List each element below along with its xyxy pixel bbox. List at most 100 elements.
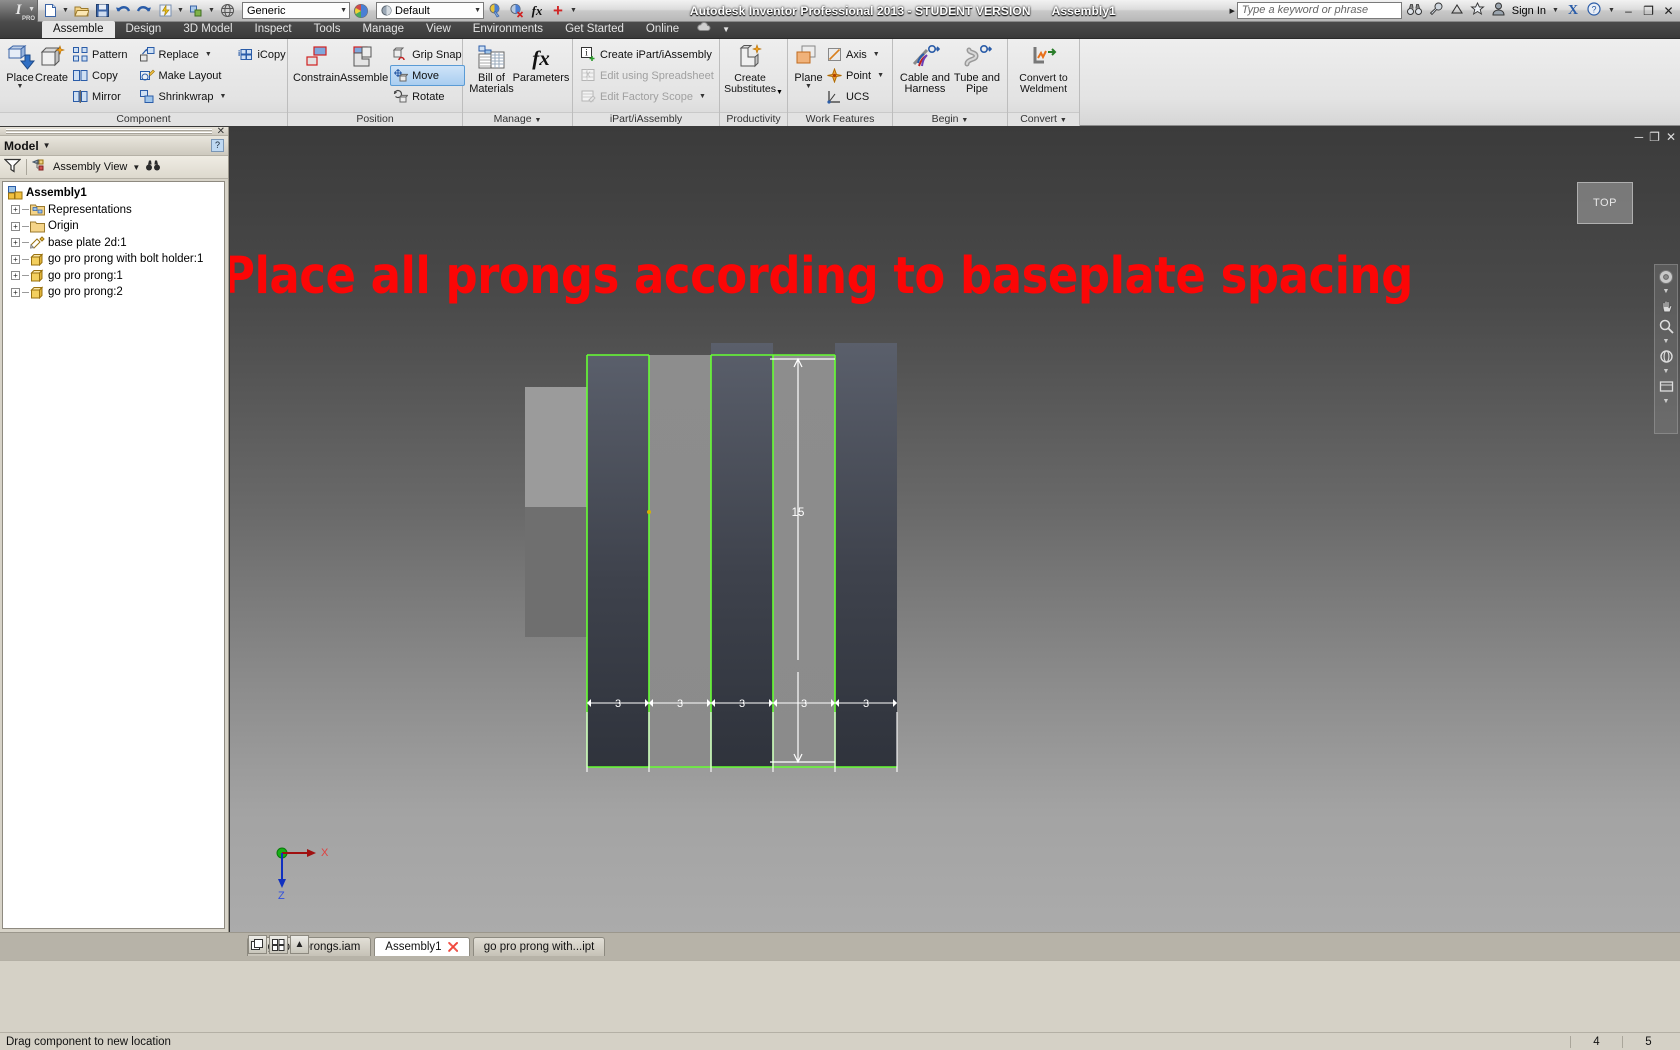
help-wrench-icon[interactable]	[1428, 2, 1444, 19]
tab-scroll-up-button[interactable]: ▲	[290, 935, 309, 954]
update-dropdown-icon[interactable]: ▼	[176, 1, 185, 21]
point-dropdown-arrow-icon[interactable]: ▼	[877, 72, 884, 79]
search-input[interactable]: Type a keyword or phrase	[1236, 2, 1402, 19]
browser-title-dropdown-icon[interactable]: ▼	[43, 141, 51, 150]
bill-of-materials-button[interactable]: Bill of Materials	[468, 41, 515, 95]
plane-button[interactable]: Plane ▼	[793, 41, 824, 90]
sign-in-link[interactable]: Sign In	[1512, 5, 1546, 17]
create-substitutes-button[interactable]: Create Substitutes	[724, 41, 776, 95]
expand-go-pro-prong-2-icon[interactable]: +	[11, 287, 20, 297]
ucs-button[interactable]: UCS	[824, 86, 887, 107]
material-sphere-icon[interactable]	[351, 1, 371, 21]
assembly-view-dropdown-icon[interactable]: ▼	[132, 163, 140, 172]
redo-icon[interactable]	[134, 1, 154, 21]
tree-node-representations[interactable]: + Representations	[5, 202, 224, 219]
tab-manage[interactable]: Manage	[351, 21, 415, 38]
select-dropdown-icon[interactable]: ▼	[207, 1, 216, 21]
create-component-button[interactable]: Create	[35, 41, 68, 84]
search-binoculars-icon[interactable]	[1407, 3, 1423, 19]
shrinkwrap-button[interactable]: Shrinkwrap ▼	[137, 86, 230, 107]
doc-minimize-button[interactable]: ─	[1635, 130, 1644, 144]
tree-node-go-pro-prong-2[interactable]: + go pro prong:2	[5, 284, 224, 301]
constrain-button[interactable]: Constrain	[293, 41, 340, 84]
close-button[interactable]: ✕	[1661, 4, 1676, 18]
parameters-button[interactable]: fx Parameters	[513, 41, 570, 84]
parameters-fx-icon[interactable]: fx	[527, 1, 547, 21]
filter-icon[interactable]	[3, 158, 22, 176]
tree-node-go-pro-prong-1[interactable]: + go pro prong:1	[5, 268, 224, 285]
mirror-button[interactable]: Mirror	[70, 86, 130, 107]
new-dropdown-icon[interactable]: ▼	[61, 1, 70, 21]
tile-windows-button[interactable]	[269, 935, 288, 954]
ribbon-cloud-icon[interactable]	[690, 21, 718, 38]
help-question-icon[interactable]: ?	[1586, 2, 1602, 19]
place-component-button[interactable]: Place ▼	[5, 41, 36, 90]
help-dropdown-icon[interactable]: ▼	[1607, 1, 1616, 21]
expand-origin-icon[interactable]: +	[11, 221, 20, 231]
appearance-combo[interactable]: Default ▼	[376, 2, 484, 19]
expand-base-plate-icon[interactable]: +	[11, 238, 20, 248]
sign-in-dropdown-icon[interactable]: ▼	[1551, 1, 1560, 21]
assembly-view-selector[interactable]: Assembly View	[53, 161, 127, 173]
tree-node-assembly1[interactable]: Assembly1	[5, 185, 224, 202]
doc-restore-button[interactable]: ❐	[1649, 130, 1660, 144]
doc-tab-go-pro-prong-with-ipt[interactable]: go pro prong with...ipt	[472, 937, 606, 956]
tab-tools[interactable]: Tools	[303, 21, 352, 38]
grip-snap-button[interactable]: Grip Snap	[390, 44, 465, 65]
expand-prong-bolt-holder-icon[interactable]: +	[11, 254, 20, 264]
undo-icon[interactable]	[113, 1, 133, 21]
assemble-button[interactable]: Assemble	[340, 41, 388, 84]
convert-to-weldment-button[interactable]: Convert to Weldment	[1013, 41, 1074, 95]
3d-viewport[interactable]: Place all prongs according to baseplate …	[230, 127, 1680, 932]
qat-overflow-icon[interactable]: ▼	[569, 1, 578, 21]
globe-icon[interactable]	[217, 1, 237, 21]
begin-panel-dropdown-icon[interactable]: ▼	[961, 117, 968, 124]
add-plus-icon[interactable]: +	[548, 1, 568, 21]
axis-button[interactable]: Axis ▼	[824, 44, 887, 65]
exchange-apps-icon[interactable]: X	[1565, 3, 1581, 19]
find-binoculars-icon[interactable]	[145, 159, 161, 175]
replace-button[interactable]: Replace ▼	[137, 44, 230, 65]
axis-dropdown-arrow-icon[interactable]: ▼	[873, 51, 880, 58]
create-substitutes-dropdown-icon[interactable]: ▼	[776, 89, 783, 96]
manage-panel-dropdown-icon[interactable]: ▼	[534, 117, 541, 124]
inventor-app-logo[interactable]: I ▼ PRO	[0, 0, 38, 22]
tree-node-base-plate-2d[interactable]: + base plate 2d:1	[5, 235, 224, 252]
rotate-button[interactable]: Rotate	[390, 86, 465, 107]
tube-and-pipe-button[interactable]: Tube and Pipe	[952, 41, 1002, 95]
doc-close-button[interactable]: ✕	[1666, 130, 1676, 144]
move-button[interactable]: Move	[390, 65, 465, 86]
icopy-button[interactable]: i iCopy	[235, 44, 288, 65]
browser-close-icon[interactable]: ✕	[217, 126, 225, 137]
model-tree[interactable]: Assembly1 + Representations + Origin + b…	[2, 181, 225, 929]
restore-button[interactable]: ❐	[1641, 4, 1656, 18]
doc-tab-close-icon[interactable]: ❌	[448, 938, 459, 956]
pattern-button[interactable]: Pattern	[70, 44, 130, 65]
copy-button[interactable]: Copy	[70, 65, 130, 86]
autodesk-360-icon[interactable]	[1449, 2, 1465, 19]
tab-assemble[interactable]: Assemble	[42, 21, 115, 38]
appearance-dropper-icon[interactable]	[485, 1, 505, 21]
tab-get-started[interactable]: Get Started	[554, 21, 635, 38]
ribbon-minimize-arrow-icon[interactable]: ▼	[718, 21, 734, 38]
select-icon[interactable]	[186, 1, 206, 21]
place-dropdown-arrow-icon[interactable]: ▼	[17, 83, 24, 90]
save-icon[interactable]	[92, 1, 112, 21]
tab-view[interactable]: View	[415, 21, 462, 38]
logo-dropdown-arrow[interactable]: ▼	[28, 6, 35, 13]
point-button[interactable]: Point ▼	[824, 65, 887, 86]
open-file-icon[interactable]	[71, 1, 91, 21]
cable-and-harness-button[interactable]: Cable and Harness	[898, 41, 952, 95]
title-overflow-arrow-icon[interactable]: ▶	[1228, 1, 1237, 21]
convert-panel-dropdown-icon[interactable]: ▼	[1060, 117, 1067, 124]
tab-inspect[interactable]: Inspect	[244, 21, 303, 38]
user-account-icon[interactable]	[1491, 2, 1507, 19]
tab-3d-model[interactable]: 3D Model	[172, 21, 243, 38]
clear-appearance-icon[interactable]	[506, 1, 526, 21]
expand-representations-icon[interactable]: +	[11, 205, 20, 215]
update-icon[interactable]	[155, 1, 175, 21]
material-combo[interactable]: Generic ▼	[242, 2, 350, 19]
tree-node-prong-bolt-holder[interactable]: + go pro prong with bolt holder:1	[5, 251, 224, 268]
expand-go-pro-prong-1-icon[interactable]: +	[11, 271, 20, 281]
shrinkwrap-dropdown-arrow-icon[interactable]: ▼	[220, 93, 227, 100]
